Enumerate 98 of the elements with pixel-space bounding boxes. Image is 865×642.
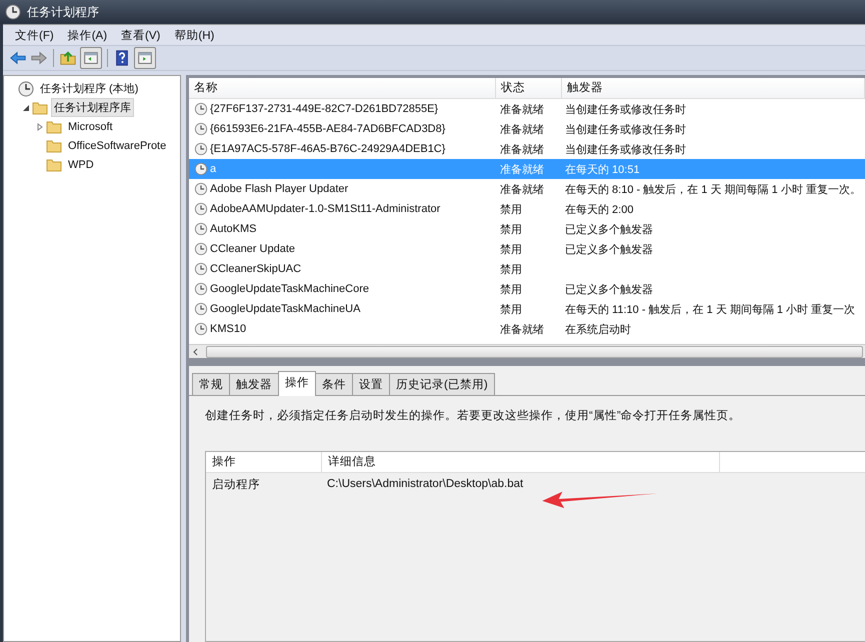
column-header[interactable]: 详细信息 — [322, 452, 720, 472]
task-name: KMS10 — [210, 323, 246, 335]
action-pane-icon[interactable] — [134, 47, 156, 69]
task-status: 准备就绪 — [499, 122, 545, 136]
task-trigger: 当创建任务或修改任务时 — [564, 102, 687, 116]
tab[interactable]: 常规 — [192, 373, 230, 395]
folder-icon — [46, 118, 62, 134]
task-name: GoogleUpdateTaskMachineCore — [210, 283, 369, 295]
menu-item[interactable]: 帮助(H) — [168, 26, 220, 44]
menu-item[interactable]: 文件(F) — [9, 26, 60, 44]
clock-icon — [194, 222, 208, 236]
clock-icon — [194, 102, 208, 116]
tab[interactable]: 条件 — [315, 373, 353, 395]
clock-icon — [194, 302, 208, 316]
clock-icon — [18, 80, 34, 96]
task-name: {661593E6-21FA-455B-AE84-7AD6BFCAD3D8} — [210, 123, 446, 135]
clock-icon — [194, 122, 208, 136]
tree-item[interactable]: 任务计划程序库 — [51, 98, 134, 117]
task-trigger: 在每天的 10:51 — [564, 162, 641, 176]
task-row[interactable]: KMS10 准备就绪 在系统启动时 — [189, 319, 865, 339]
task-row[interactable]: GoogleUpdateTaskMachineCore 禁用 已定义多个触发器 — [189, 279, 865, 299]
tab[interactable]: 历史记录(已禁用) — [389, 373, 495, 395]
task-trigger: 在每天的 8:10 - 触发后，在 1 天 期间每隔 1 小时 重复一次。 — [564, 182, 862, 196]
action-cell-text: 启动程序 — [211, 477, 261, 492]
task-status: 准备就绪 — [499, 142, 545, 156]
back-arrow-icon[interactable] — [9, 49, 27, 67]
tab[interactable]: 操作 — [278, 371, 316, 396]
task-name: Adobe Flash Player Updater — [210, 183, 348, 195]
task-row[interactable]: AdobeAAMUpdater-1.0-SM1St11-Administrator 禁用 在每天的 2:00 — [189, 199, 865, 219]
task-row[interactable]: Adobe Flash Player Updater 准备就绪 在每天的 8:10 - 触发后，在 1 天 期间每隔 1 小时 重复一次。 — [189, 179, 865, 199]
task-row[interactable]: GoogleUpdateTaskMachineUA 禁用 在每天的 11:10 - 触发后，在 1 天 期间每隔 1 小时 重复一次 — [189, 299, 865, 319]
tree-item[interactable]: OfficeSoftwareProte — [65, 138, 170, 154]
task-status: 准备就绪 — [499, 102, 545, 116]
details-cell-text: C:\Users\Administrator\Desktop\ab.bat — [326, 478, 524, 490]
task-name: a — [210, 163, 216, 175]
task-trigger: 在系统启动时 — [564, 322, 632, 336]
description-text: 创建任务时，必须指定任务启动时发生的操作。若要更改这些操作，使用“属性”命令打开任务属性页。 — [205, 408, 742, 423]
tree-item[interactable]: Microsoft — [65, 118, 116, 134]
scroll-left-icon[interactable] — [192, 348, 200, 356]
scrollbar-thumb[interactable] — [206, 346, 863, 358]
window-title: 任务计划程序 — [27, 4, 99, 20]
task-status: 准备就绪 — [499, 182, 545, 196]
task-status: 禁用 — [499, 302, 523, 316]
clock-icon — [194, 182, 208, 196]
clock-icon — [194, 142, 208, 156]
task-trigger: 当创建任务或修改任务时 — [564, 122, 687, 136]
task-status: 禁用 — [499, 282, 523, 296]
task-name: AutoKMS — [210, 223, 256, 235]
clock-icon — [194, 322, 208, 336]
task-row[interactable]: AutoKMS 禁用 已定义多个触发器 — [189, 219, 865, 239]
task-status: 禁用 — [499, 202, 523, 216]
task-status: 禁用 — [499, 262, 523, 276]
folder-up-icon[interactable] — [59, 49, 77, 67]
forward-arrow-icon[interactable] — [30, 49, 48, 67]
task-status: 禁用 — [499, 222, 523, 236]
clock-icon — [194, 282, 208, 296]
task-status: 禁用 — [499, 242, 523, 256]
help-icon[interactable] — [113, 49, 131, 67]
menu-item[interactable]: 查看(V) — [115, 26, 166, 44]
horizontal-scrollbar[interactable] — [189, 344, 865, 358]
column-header[interactable]: 名称 — [189, 78, 496, 98]
task-name: CCleaner Update — [210, 243, 295, 255]
task-row[interactable]: {27F6F137-2731-449E-82C7-D261BD72855E} 准备就绪 当创建任务或修改任务时 — [189, 99, 865, 119]
task-status: 准备就绪 — [499, 322, 545, 336]
task-trigger: 已定义多个触发器 — [564, 242, 654, 256]
tab[interactable]: 触发器 — [229, 373, 279, 395]
task-row[interactable]: CCleanerSkipUAC 禁用 — [189, 259, 865, 279]
clock-icon — [194, 262, 208, 276]
task-row[interactable]: {661593E6-21FA-455B-AE84-7AD6BFCAD3D8} 准备就绪 当创建任务或修改任务时 — [189, 119, 865, 139]
task-name: CCleanerSkipUAC — [210, 263, 302, 275]
task-trigger: 在每天的 11:10 - 触发后，在 1 天 期间每隔 1 小时 重复一次 — [564, 302, 856, 316]
expanded-triangle-icon[interactable] — [22, 104, 32, 112]
tab[interactable]: 设置 — [352, 373, 390, 395]
task-trigger: 在每天的 2:00 — [564, 202, 634, 216]
task-name: {E1A97AC5-578F-46A5-B76C-24929A4DEB1C} — [210, 143, 446, 155]
task-row[interactable]: {E1A97AC5-578F-46A5-B76C-24929A4DEB1C} 准备就绪 当创建任务或修改任务时 — [189, 139, 865, 159]
clock-icon — [194, 202, 208, 216]
task-name: GoogleUpdateTaskMachineUA — [210, 303, 360, 315]
folder-icon — [46, 138, 62, 154]
tree-item[interactable]: WPD — [65, 156, 97, 172]
column-header[interactable]: 状态 — [496, 78, 562, 98]
folder-icon — [46, 156, 62, 172]
column-header[interactable]: 操作 — [206, 452, 322, 472]
task-trigger: 当创建任务或修改任务时 — [564, 142, 687, 156]
task-name: AdobeAAMUpdater-1.0-SM1St11-Administrator — [210, 203, 440, 215]
task-name: {27F6F137-2731-449E-82C7-D261BD72855E} — [210, 103, 438, 115]
tree-item[interactable]: 任务计划程序 (本地) — [37, 79, 142, 98]
clock-icon — [5, 4, 21, 20]
task-status: 准备就绪 — [499, 162, 545, 176]
menu-item[interactable]: 操作(A) — [62, 26, 114, 44]
task-trigger: 已定义多个触发器 — [564, 282, 654, 296]
folder-icon — [32, 100, 48, 116]
task-row[interactable]: CCleaner Update 禁用 已定义多个触发器 — [189, 239, 865, 259]
column-header[interactable]: 触发器 — [562, 78, 865, 98]
task-trigger: 已定义多个触发器 — [564, 222, 654, 236]
clock-icon — [194, 162, 208, 176]
clock-icon — [194, 242, 208, 256]
pane-toggle-icon[interactable] — [80, 47, 102, 69]
